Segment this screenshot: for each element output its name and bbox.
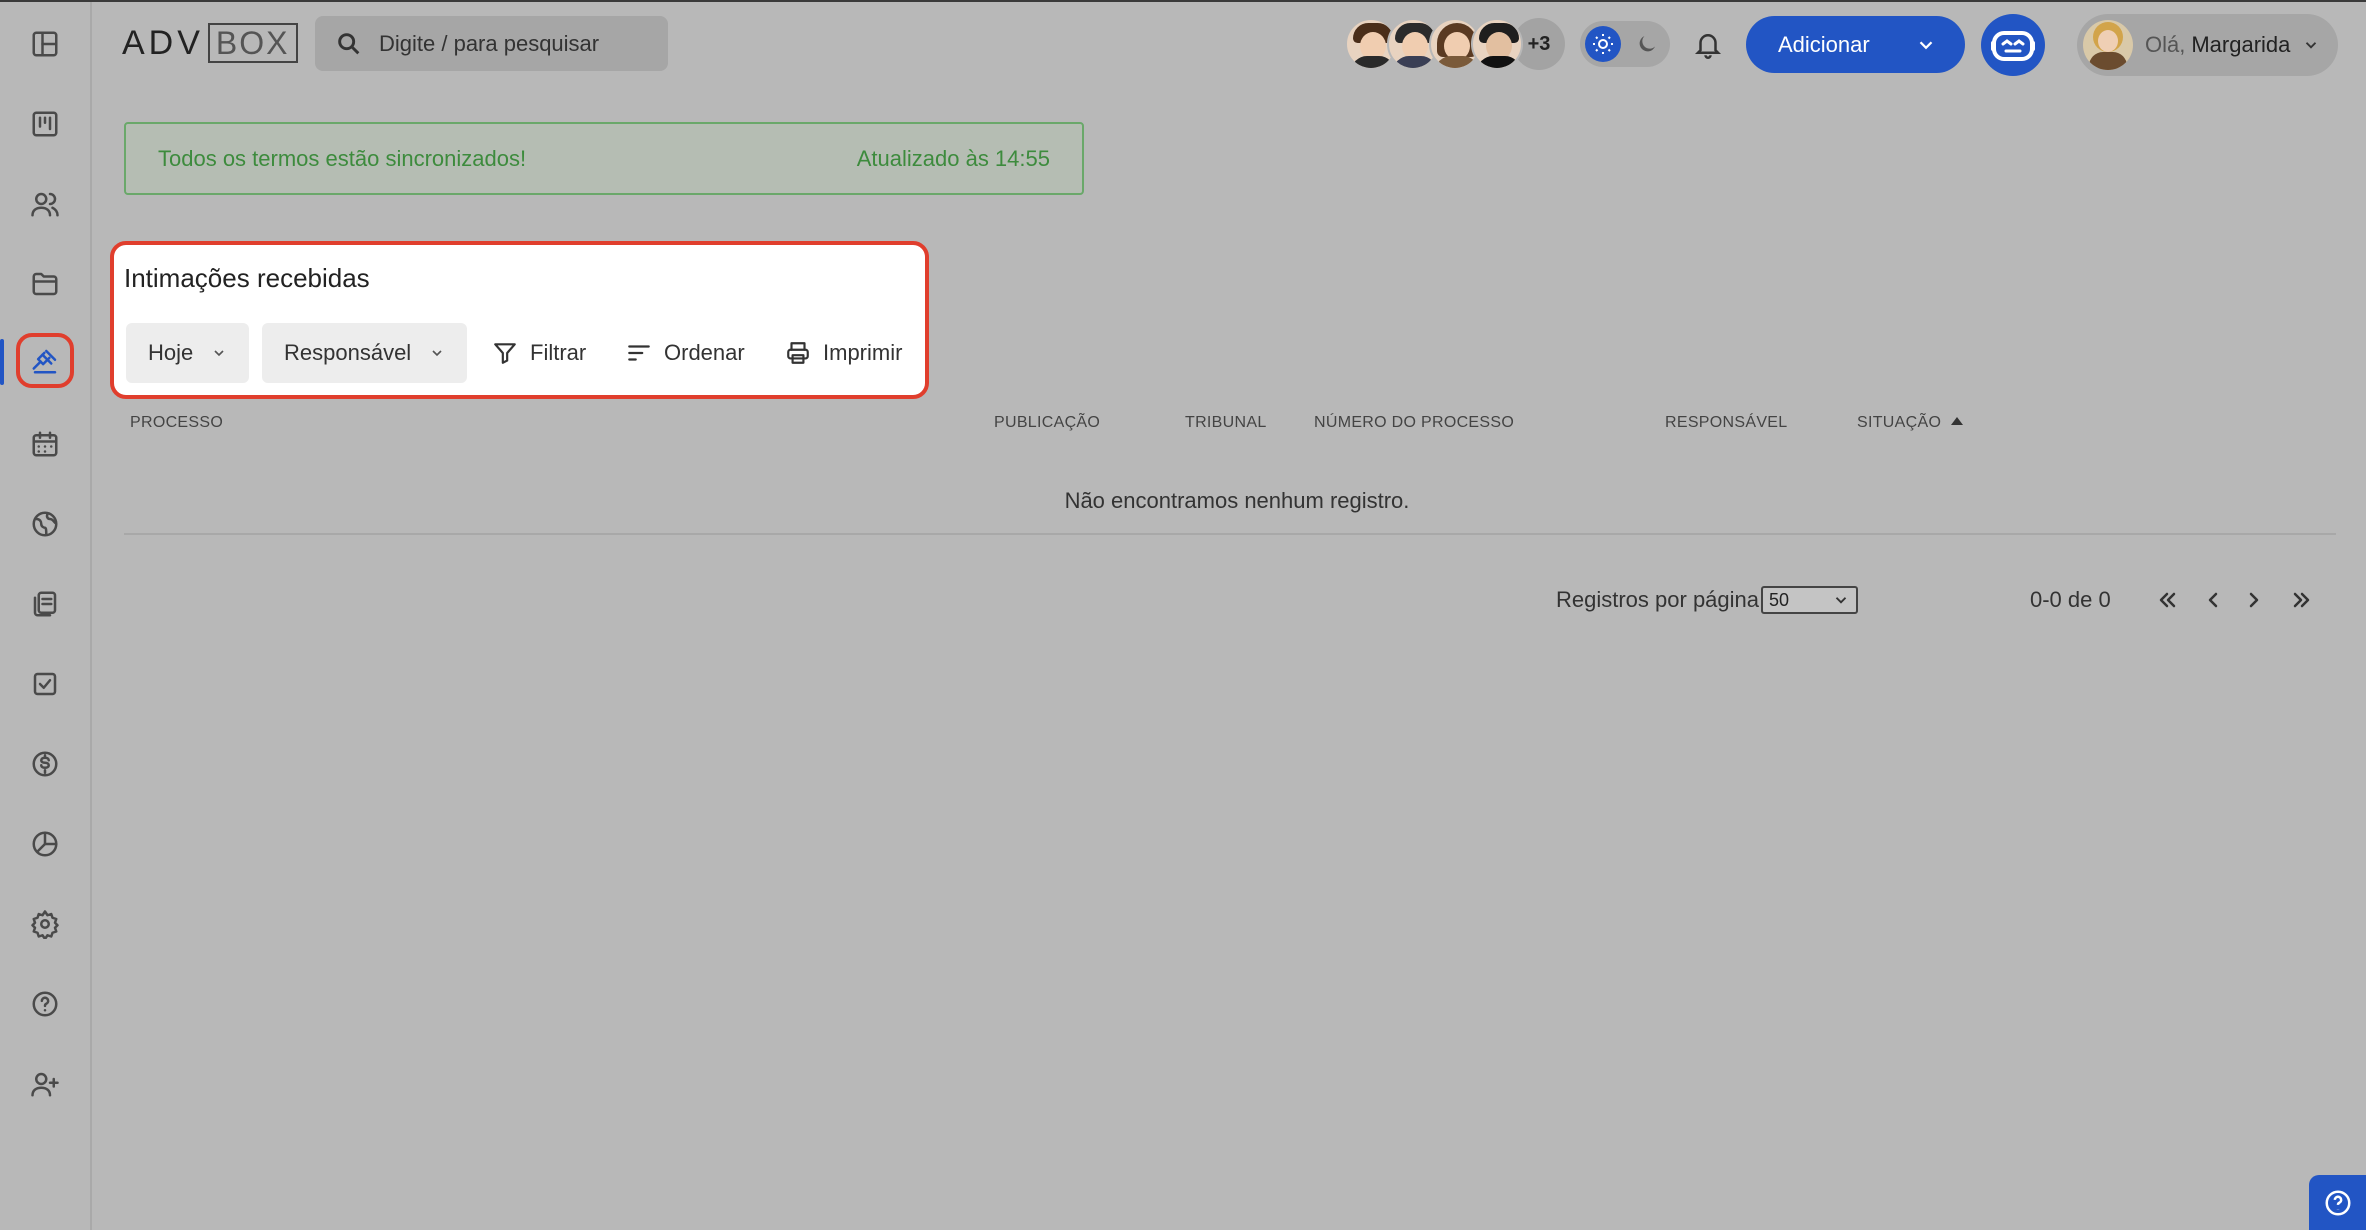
search-input[interactable]: Digite / para pesquisar [315,16,668,71]
sidebar [0,2,92,1230]
top-border [0,0,2366,2]
print-button[interactable]: Imprimir [785,323,902,383]
documents-icon [33,591,57,617]
notifications-button[interactable] [1688,24,1728,64]
column-header-situacao-label: SITUAÇÃO [1857,414,1942,431]
period-select[interactable]: Hoje [126,323,250,383]
chevron-down-icon [1919,40,1933,49]
previous-page-button[interactable] [2197,584,2229,616]
folder-icon [32,272,58,296]
sort-asc-icon [1951,417,1964,425]
settings-icon [31,910,59,939]
active-indicator [0,339,4,385]
sync-updated-time: Atualizado às 14:55 [856,145,1050,171]
responsible-select[interactable]: Responsável [262,323,468,383]
chevron-down-icon [432,350,442,357]
add-button[interactable]: Adicionar [1746,16,1965,73]
sidebar-item-help[interactable] [21,980,69,1028]
chevron-left-icon [2208,592,2218,608]
sidebar-item-tasks[interactable] [21,660,69,708]
order-label: Ordenar [664,340,745,365]
pagination-range: 0-0 de 0 [2030,587,2111,612]
sidebar-item-kanban[interactable] [21,100,69,148]
per-page-label: Registros por página [1556,587,1760,612]
help-chat-button[interactable] [2309,1175,2366,1230]
finance-icon [32,751,58,777]
light-mode-button[interactable] [1585,26,1621,62]
sidebar-item-intimations[interactable] [21,337,69,385]
sort-icon [628,345,650,361]
chevrons-left-icon [2159,592,2176,608]
calendar-icon [32,431,58,457]
filter-button[interactable]: Filtrar [492,323,586,383]
bell-icon [1694,34,1722,59]
user-avatar [2083,20,2133,70]
sidebar-item-agenda[interactable] [21,420,69,468]
chevrons-right-icon [2293,592,2310,608]
chevron-down-icon [1835,597,1847,604]
column-header-responsavel[interactable]: RESPONSÁVEL [1665,414,1787,432]
user-name: Margarida [2191,32,2291,57]
team-avatars[interactable]: +3 [1345,16,1565,72]
printer-icon [787,342,809,364]
sync-status-banner: Todos os termos estão sincronizados! Atu… [124,122,1084,195]
chevron-down-icon [2306,42,2317,49]
filter-icon [494,343,516,364]
column-header-numero-processo[interactable]: NÚMERO DO PROCESSO [1314,414,1514,432]
responsible-select-value: Responsável [284,340,412,365]
robot-icon [1991,31,2035,61]
sidebar-item-finance[interactable] [21,740,69,788]
kanban-icon [32,111,58,137]
filter-label: Filtrar [530,340,587,365]
sidebar-item-settings[interactable] [21,900,69,948]
per-page-select[interactable]: 50 [1761,586,1858,614]
logo-box-text: BOX [207,23,298,63]
column-header-tribunal[interactable]: TRIBUNAL [1185,414,1267,432]
dark-mode-button[interactable] [1629,26,1665,62]
sun-icon [1593,34,1613,54]
search-placeholder: Digite / para pesquisar [379,30,600,56]
column-header-situacao[interactable]: SITUAÇÃO [1857,414,1964,432]
search-icon [338,32,360,54]
last-page-button[interactable] [2286,584,2318,616]
page-title: Intimações recebidas [124,263,370,293]
per-page-value: 50 [1769,589,1790,610]
gavel-icon [32,349,57,374]
tasks-icon [33,672,57,696]
assistant-button[interactable] [1981,14,2045,76]
table-divider [124,533,2336,535]
add-user-icon [31,1072,59,1097]
reports-icon [32,831,58,857]
user-menu[interactable]: Olá, Margarida [2077,14,2338,76]
add-button-label: Adicionar [1778,31,1870,57]
theme-toggle[interactable] [1580,21,1670,67]
help-icon [2325,1190,2350,1215]
sidebar-item-documents[interactable] [21,580,69,628]
sidebar-item-contacts[interactable] [21,180,69,228]
column-header-processo[interactable]: PROCESSO [130,414,223,432]
moon-icon [1639,36,1655,52]
print-label: Imprimir [823,340,903,365]
avatar[interactable] [1471,18,1523,70]
users-icon [31,192,59,217]
next-page-button[interactable] [2238,584,2270,616]
empty-table-message: Não encontramos nenhum registro. [1064,488,1410,513]
help-icon [32,991,58,1017]
dashboard-icon [32,31,58,57]
greeting-text: Olá, [2145,32,2186,57]
column-header-publicacao[interactable]: PUBLICAÇÃO [994,414,1100,432]
intimations-toolbar-panel: Intimações recebidas Hoje Responsável Fi… [110,241,929,399]
sidebar-item-reports[interactable] [21,820,69,868]
order-button[interactable]: Ordenar [626,323,745,383]
sync-message: Todos os termos estão sincronizados! [158,145,527,171]
logo-text: ADV [122,23,204,62]
sidebar-item-invite[interactable] [21,1060,69,1108]
chevron-down-icon [214,350,224,357]
advbox-logo[interactable]: ADV BOX [122,22,298,64]
first-page-button[interactable] [2151,584,2183,616]
sidebar-item-processes[interactable] [21,260,69,308]
sidebar-item-dashboard[interactable] [21,20,69,68]
chevron-right-icon [2249,592,2259,608]
period-select-value: Hoje [148,340,194,365]
